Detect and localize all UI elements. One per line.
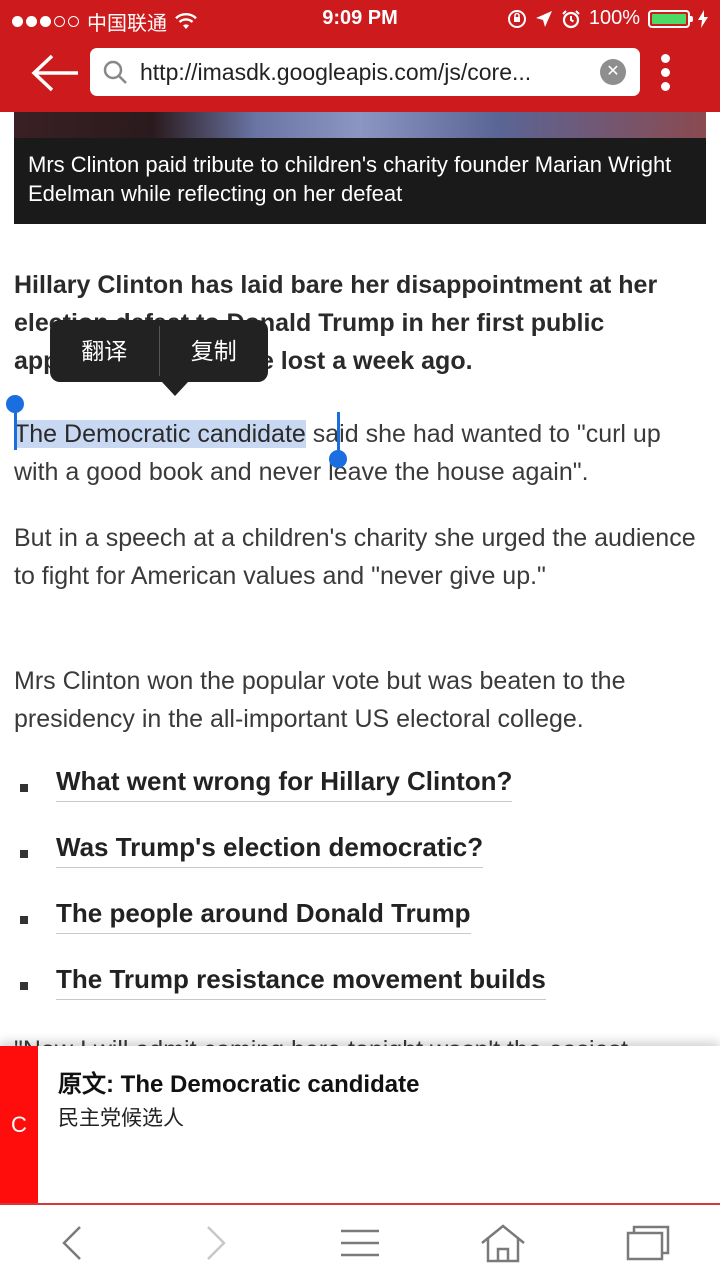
clear-icon[interactable]: ✕ (600, 59, 626, 85)
photo (14, 112, 706, 138)
chevron-left-icon[interactable] (48, 1223, 98, 1263)
text-selection-menu: 翻译 复制 (50, 320, 268, 382)
battery-fill (652, 13, 686, 24)
article-paragraph: The Democratic candidate said she had wa… (14, 415, 704, 491)
status-bar: 中国联通 9:09 PM 100% (0, 0, 720, 38)
hamburger-icon[interactable] (335, 1223, 385, 1263)
translation-panel: C 原文: The Democratic candidate 民主党候选人 (0, 1046, 720, 1204)
article-paragraph: But in a speech at a children's charity … (14, 524, 696, 590)
related-link[interactable]: What went wrong for Hillary Clinton? (56, 766, 513, 802)
search-icon (103, 60, 127, 84)
article-image: Mrs Clinton paid tribute to children's c… (14, 112, 706, 224)
list-item: The Trump resistance movement builds (14, 964, 704, 1030)
list-item: What went wrong for Hillary Clinton? (14, 766, 704, 832)
related-links: What went wrong for Hillary Clinton? Was… (14, 766, 704, 1030)
chevron-right-icon[interactable] (190, 1223, 240, 1263)
bullet-icon (20, 850, 28, 858)
translate-menu-item[interactable]: 翻译 (50, 320, 159, 382)
selection-start-line (14, 408, 17, 450)
list-item: Was Trump's election democratic? (14, 832, 704, 898)
translation-tab[interactable]: C (0, 1046, 38, 1204)
url-bar[interactable]: http://imasdk.googleapis.com/js/core... … (90, 48, 640, 96)
selection-end-line (337, 412, 340, 454)
orientation-lock-icon (507, 9, 526, 28)
home-icon[interactable] (478, 1223, 528, 1263)
charging-icon (698, 9, 708, 28)
location-icon (535, 10, 552, 27)
selection-end-handle[interactable] (329, 450, 347, 468)
article-paragraph: Mrs Clinton won the popular vote but was… (14, 667, 626, 733)
copy-menu-item[interactable]: 复制 (160, 320, 269, 382)
translation-source: 原文: The Democratic candidate (58, 1071, 420, 1098)
battery-percent: 100% (588, 7, 640, 29)
browser-toolbar: http://imasdk.googleapis.com/js/core... … (0, 38, 720, 112)
related-link[interactable]: The people around Donald Trump (56, 898, 471, 934)
status-right: 100% (507, 7, 708, 30)
menu-pointer (162, 382, 188, 396)
alarm-icon (562, 9, 580, 28)
list-item: The people around Donald Trump (14, 898, 704, 964)
selected-text[interactable]: The Democratic candidate (14, 420, 306, 448)
translation-result: 民主党候选人 (58, 1107, 184, 1130)
url-text[interactable]: http://imasdk.googleapis.com/js/core... (140, 59, 580, 86)
bullet-icon (20, 916, 28, 924)
tabs-icon[interactable] (622, 1223, 672, 1263)
more-vertical-icon[interactable] (660, 54, 672, 94)
battery-icon (648, 9, 693, 28)
bullet-icon (20, 784, 28, 792)
back-arrow-icon[interactable] (30, 52, 82, 94)
bullet-icon (20, 982, 28, 990)
bottom-navigation (0, 1205, 720, 1280)
image-caption: Mrs Clinton paid tribute to children's c… (28, 152, 672, 206)
related-link[interactable]: Was Trump's election democratic? (56, 832, 484, 868)
related-link[interactable]: The Trump resistance movement builds (56, 964, 546, 1000)
